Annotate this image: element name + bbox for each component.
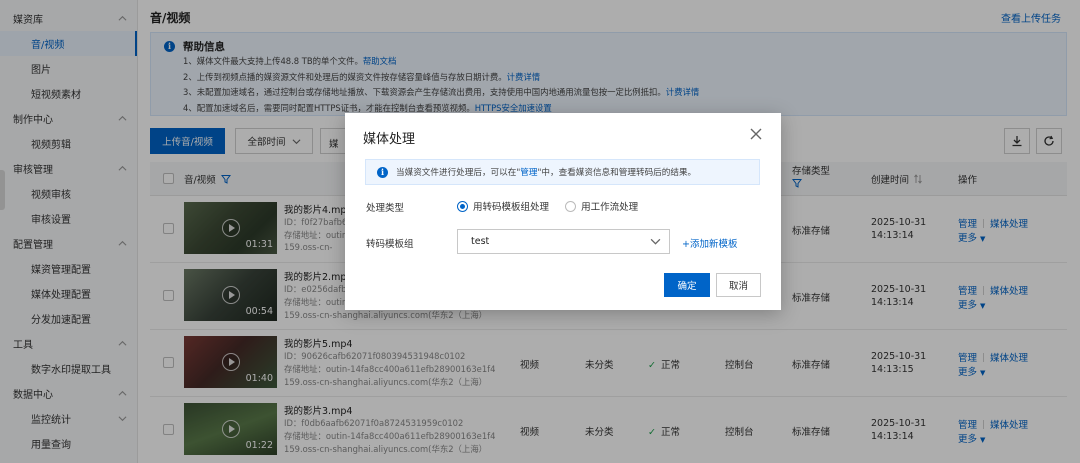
cancel-button[interactable]: 取消 bbox=[716, 273, 761, 297]
media-processing-dialog: 媒体处理 i 当媒资文件进行处理后，可以在" 管理 "中，查看媒资信息和管理转码后的… bbox=[345, 113, 781, 310]
template-group-label: 转码模板组 bbox=[366, 239, 414, 250]
dialog-tip: i 当媒资文件进行处理后，可以在" 管理 "中，查看媒资信息和管理转码后的结果。 bbox=[365, 159, 760, 185]
dialog-title: 媒体处理 bbox=[363, 132, 416, 147]
process-type-label: 处理类型 bbox=[366, 203, 405, 214]
radio-workflow[interactable]: 用工作流处理 bbox=[565, 201, 638, 213]
close-icon[interactable] bbox=[748, 126, 764, 142]
process-type-radio-group: 用转码模板组处理 用工作流处理 bbox=[457, 199, 638, 213]
template-group-select[interactable]: test bbox=[457, 229, 670, 254]
confirm-button[interactable]: 确定 bbox=[664, 273, 710, 297]
add-template-link[interactable]: +添加新模板 bbox=[682, 236, 737, 250]
radio-checked-icon bbox=[457, 201, 468, 212]
manage-link[interactable]: 管理 bbox=[520, 166, 537, 178]
chevron-down-icon bbox=[650, 238, 661, 245]
info-icon: i bbox=[377, 166, 388, 178]
radio-unchecked-icon bbox=[565, 201, 577, 212]
radio-template-group[interactable]: 用转码模板组处理 bbox=[457, 201, 549, 213]
